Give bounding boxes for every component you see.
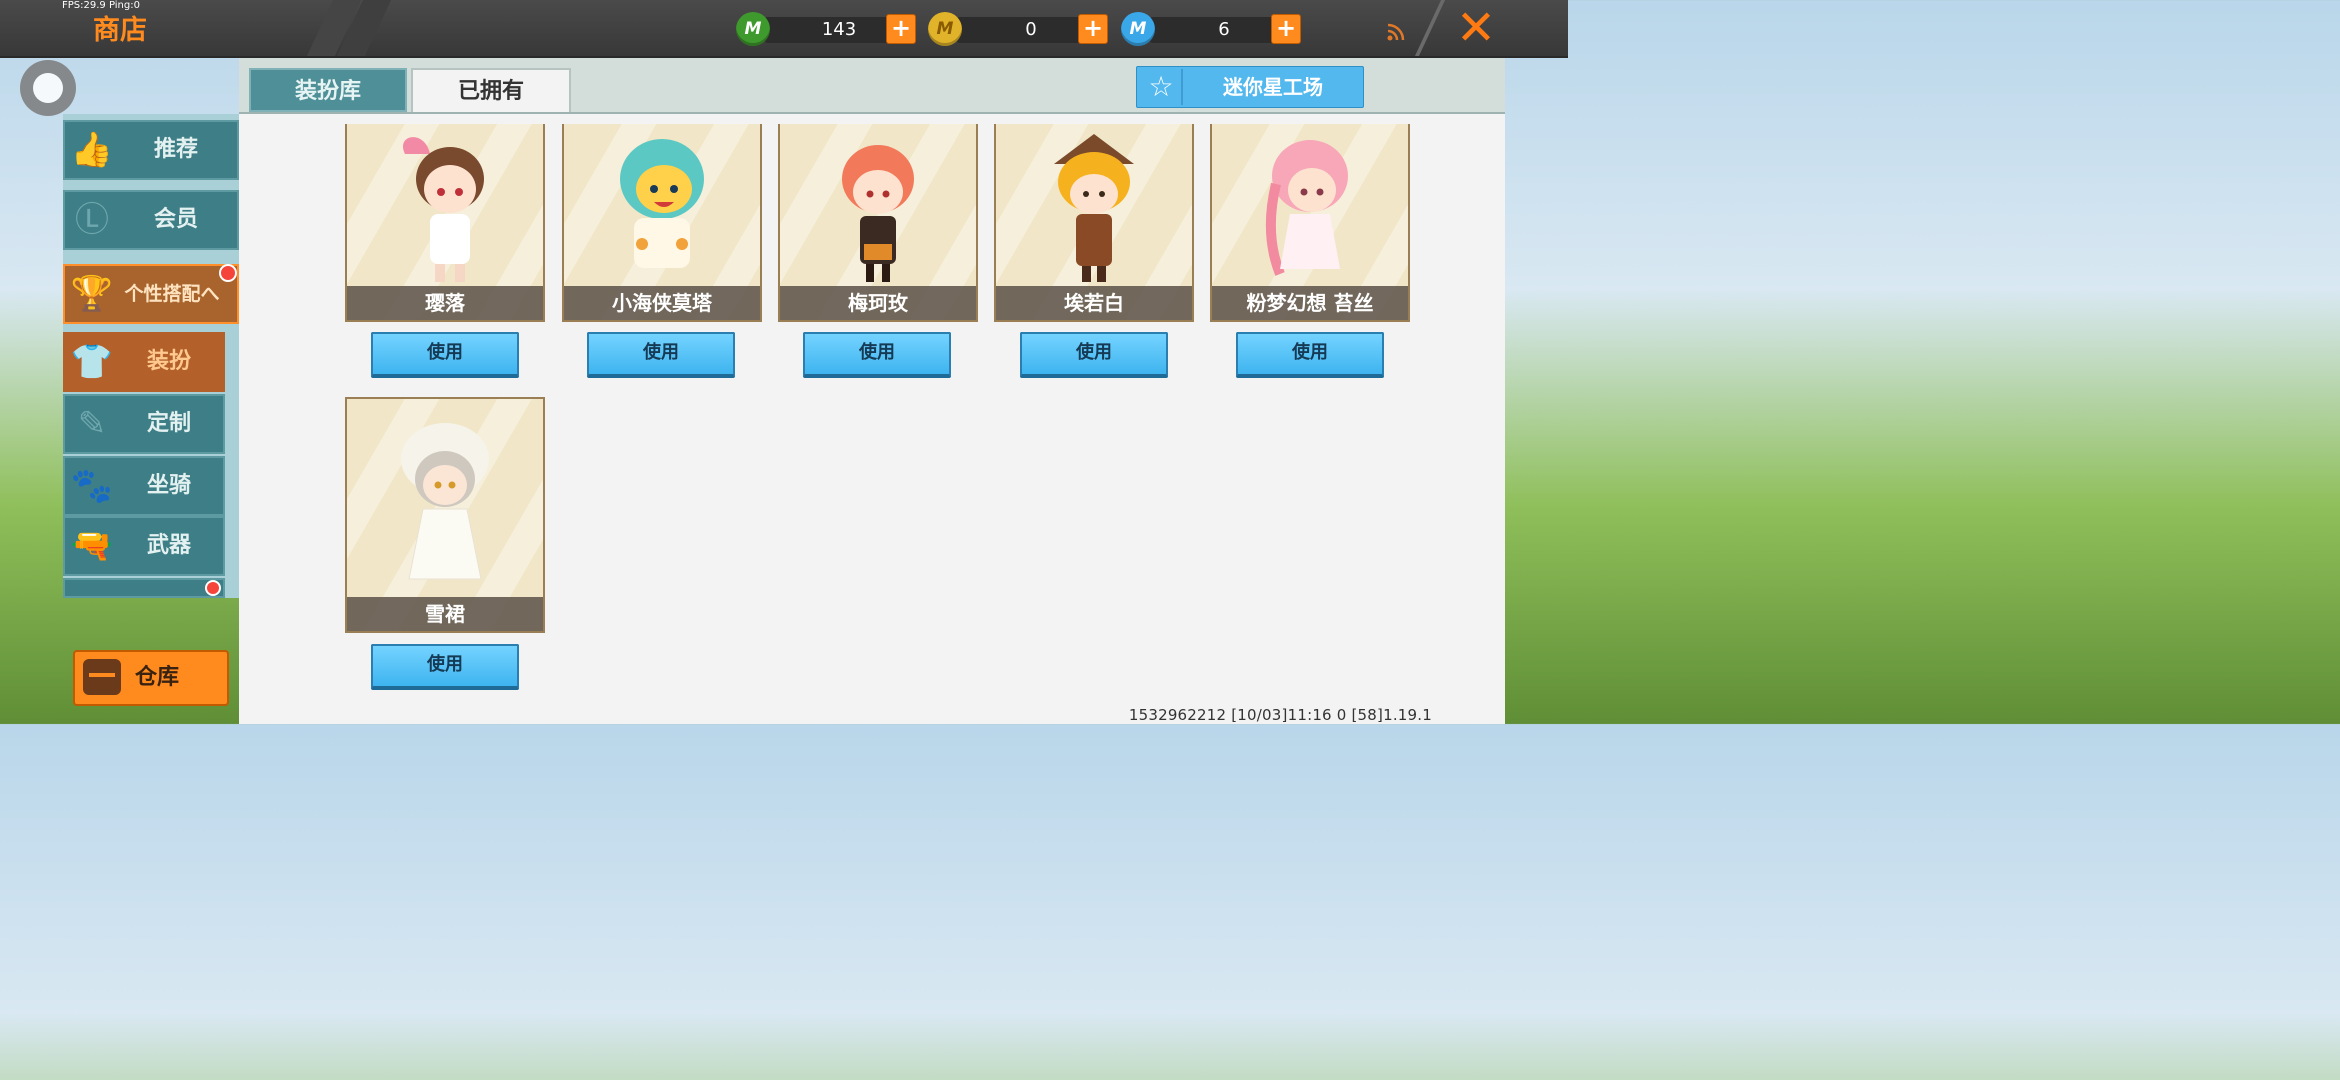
sidebar-item-label: 装扮	[146, 349, 191, 374]
skin-card[interactable]: 小海侠莫塔	[562, 124, 762, 322]
character-portrait	[402, 137, 484, 282]
floating-menu-button[interactable]	[20, 60, 76, 116]
skin-name: 雪裙	[347, 597, 543, 631]
currency-mini-point: 6 M +	[1121, 12, 1301, 46]
notification-dot	[205, 580, 221, 596]
use-button[interactable]: 使用	[371, 332, 519, 378]
skin-name: 梅珂玫	[780, 286, 976, 320]
warehouse-label: 仓库	[135, 665, 180, 690]
sidebar-item-label: 个性搭配へ	[124, 283, 220, 305]
sidebar-item-label: 定制	[146, 411, 191, 436]
add-mini-point-button[interactable]: +	[1271, 14, 1301, 44]
member-icon: Ⓛ	[75, 200, 109, 240]
skin-card[interactable]: 璎落	[345, 124, 545, 322]
mini-bean-icon: M	[736, 12, 770, 46]
notification-dot	[219, 264, 237, 282]
skin-card[interactable]: 埃若白	[994, 124, 1194, 322]
add-mini-bean-button[interactable]: +	[886, 14, 916, 44]
sidebar-item-custom[interactable]: ✎ 定制	[63, 394, 225, 454]
skin-name: 埃若白	[996, 286, 1192, 320]
sidebar-item-weapon[interactable]: 🔫 武器	[63, 516, 225, 576]
panel-header: 装扮库 已拥有 ☆ 迷你星工场	[239, 58, 1505, 114]
currency-mini-coin: 0 M +	[928, 12, 1108, 46]
character-portrait	[1054, 134, 1134, 282]
sidebar-item-outfit[interactable]: 👕 装扮	[63, 332, 225, 392]
sidebar-item-personal-style[interactable]: 🏆 个性搭配へ	[63, 264, 239, 324]
sidebar-item-partial[interactable]	[63, 578, 225, 598]
use-button[interactable]: 使用	[371, 644, 519, 690]
signal-icon	[1387, 23, 1405, 41]
build-info: 1532962212 [10/03]11:16 0 [58]1.19.1	[1128, 706, 1432, 724]
pencil-icon: ✎	[77, 404, 107, 444]
tab-owned[interactable]: 已拥有	[411, 68, 571, 112]
warehouse-button[interactable]: 仓库	[73, 650, 229, 706]
use-button[interactable]: 使用	[803, 332, 951, 378]
skin-card[interactable]: 梅珂玫	[778, 124, 978, 322]
close-button[interactable]: ✕	[1452, 4, 1500, 52]
sidebar-item-label: 推荐	[153, 137, 198, 162]
shirt-icon: 👕	[70, 342, 114, 382]
page-title: 商店	[93, 15, 147, 46]
sidebar-item-member[interactable]: Ⓛ 会员	[63, 190, 239, 250]
skin-name: 粉梦幻想 苔丝	[1212, 286, 1408, 320]
skin-name: 小海侠莫塔	[564, 286, 760, 320]
character-portrait	[620, 139, 704, 268]
use-button[interactable]: 使用	[587, 332, 735, 378]
sidebar-item-label: 会员	[153, 207, 198, 232]
use-button[interactable]: 使用	[1236, 332, 1384, 378]
trophy-icon: 🏆	[70, 274, 114, 314]
mini-workshop-button[interactable]: ☆ 迷你星工场	[1136, 66, 1364, 108]
mini-coin-icon: M	[928, 12, 962, 46]
divider	[1414, 0, 1446, 56]
star-icon: ☆	[1141, 69, 1183, 105]
skin-name: 璎落	[347, 286, 543, 320]
sidebar-item-recommend[interactable]: 👍 推荐	[63, 120, 239, 180]
pistol-icon: 🔫	[70, 526, 114, 566]
mount-icon: 🐾	[70, 466, 114, 506]
currency-mini-bean: 143 M +	[736, 12, 916, 46]
add-mini-coin-button[interactable]: +	[1078, 14, 1108, 44]
sidebar-item-label: 武器	[146, 533, 191, 558]
sidebar-item-mount[interactable]: 🐾 坐骑	[63, 456, 225, 516]
sidebar-item-label: 坐骑	[146, 473, 191, 498]
character-portrait	[1265, 140, 1348, 276]
tab-outfit-library[interactable]: 装扮库	[249, 68, 407, 112]
skin-card[interactable]: 雪裙	[345, 397, 545, 633]
sidebar: 👍 推荐 Ⓛ 会员 🏆 个性搭配へ 👕 装扮 ✎ 定制 🐾 坐骑 🔫 武器	[63, 114, 239, 598]
workshop-label: 迷你星工场	[1223, 75, 1323, 99]
top-bar: FPS:29.9 Ping:0 商店 143 M + 0 M + 6 M + ✕	[0, 0, 1568, 58]
skin-card[interactable]: 粉梦幻想 苔丝	[1210, 124, 1410, 322]
use-button[interactable]: 使用	[1020, 332, 1168, 378]
thumbs-up-icon: 👍	[70, 130, 114, 170]
character-portrait	[842, 145, 914, 282]
character-portrait	[401, 423, 489, 580]
mini-point-icon: M	[1121, 12, 1155, 46]
chest-icon	[83, 659, 121, 695]
